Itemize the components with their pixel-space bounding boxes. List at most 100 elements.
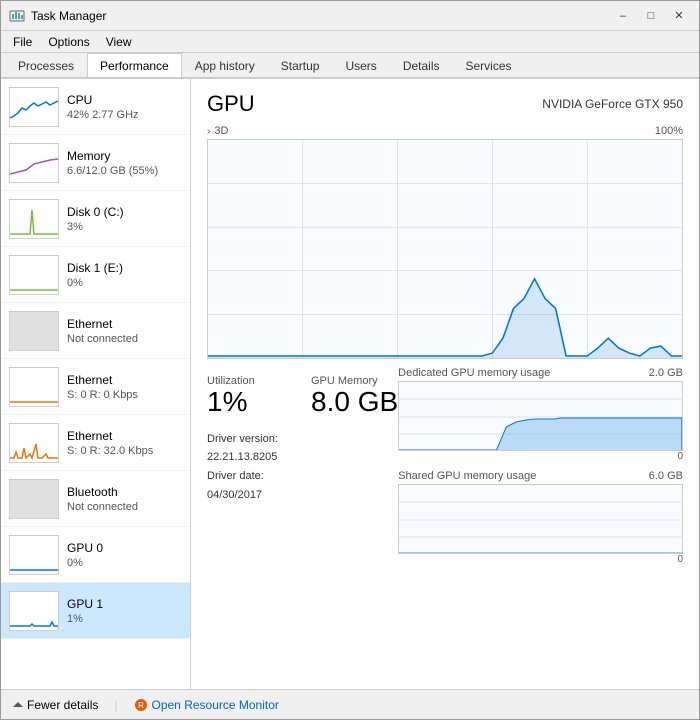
bottom-bar: Fewer details | R Open Resource Monitor <box>1 689 699 719</box>
detail-title: GPU <box>207 91 255 117</box>
shared-gpu-section: Shared GPU memory usage 6.0 GB 0 <box>398 470 683 565</box>
gpu-chart-svg <box>208 140 682 358</box>
gpu0-thumb <box>9 535 59 575</box>
main-content: CPU 42% 2.77 GHz Memory 6.6/12.0 GB (55%… <box>1 79 699 689</box>
tab-app-history[interactable]: App history <box>182 53 268 77</box>
ethernet3-label: Ethernet <box>67 429 182 443</box>
sidebar: CPU 42% 2.77 GHz Memory 6.6/12.0 GB (55%… <box>1 79 191 689</box>
gpu1-info: GPU 1 1% <box>67 597 182 625</box>
driver-version-label: Driver version: <box>207 430 398 449</box>
resource-monitor-container[interactable]: R Open Resource Monitor <box>134 698 279 712</box>
ethernet1-label: Ethernet <box>67 317 182 331</box>
utilization-value: 1% <box>207 387 287 418</box>
dedicated-label: Dedicated GPU memory usage <box>398 367 550 379</box>
detail-header: GPU NVIDIA GeForce GTX 950 <box>207 91 683 117</box>
fewer-details-icon <box>13 702 23 707</box>
resource-monitor-label[interactable]: Open Resource Monitor <box>152 698 279 712</box>
window-title: Task Manager <box>31 9 106 23</box>
sidebar-item-ethernet3[interactable]: Ethernet S: 0 R: 32.0 Kbps <box>1 415 190 471</box>
tab-processes[interactable]: Processes <box>5 53 87 77</box>
memory-value: 6.6/12.0 GB (55%) <box>67 165 182 177</box>
ethernet2-value: S: 0 R: 0 Kbps <box>67 389 182 401</box>
title-controls: – □ ✕ <box>611 6 691 26</box>
stats-area: Utilization 1% GPU Memory 8.0 GB Driver … <box>207 367 683 565</box>
sidebar-item-cpu[interactable]: CPU 42% 2.77 GHz <box>1 79 190 135</box>
gpu-chart-section: › 3D 100% <box>207 125 683 359</box>
cpu-thumb <box>9 87 59 127</box>
task-manager-window: Task Manager – □ ✕ File Options View Pro… <box>0 0 700 720</box>
title-bar: Task Manager – □ ✕ <box>1 1 699 31</box>
sidebar-item-disk0[interactable]: Disk 0 (C:) 3% <box>1 191 190 247</box>
shared-chart-svg <box>399 485 682 554</box>
sidebar-item-bluetooth[interactable]: Bluetooth Not connected <box>1 471 190 527</box>
dedicated-min: 0 <box>398 451 683 462</box>
disk1-value: 0% <box>67 277 182 289</box>
sidebar-item-ethernet1[interactable]: Ethernet Not connected <box>1 303 190 359</box>
driver-version-value: 22.21.13.8205 <box>207 448 398 467</box>
detail-panel: GPU NVIDIA GeForce GTX 950 › 3D 100% <box>191 79 699 689</box>
chart-label-left: › 3D <box>207 125 228 137</box>
sidebar-item-gpu0[interactable]: GPU 0 0% <box>1 527 190 583</box>
ethernet2-info: Ethernet S: 0 R: 0 Kbps <box>67 373 182 401</box>
driver-info: Driver version: 22.21.13.8205 Driver dat… <box>207 430 398 505</box>
driver-date-label: Driver date: <box>207 467 398 486</box>
bluetooth-label: Bluetooth <box>67 485 182 499</box>
maximize-button[interactable]: □ <box>639 6 663 26</box>
shared-max: 6.0 GB <box>649 470 683 482</box>
chart-max-label: 100% <box>655 125 683 137</box>
shared-min: 0 <box>398 554 683 565</box>
title-bar-left: Task Manager <box>9 8 106 24</box>
ethernet2-thumb <box>9 367 59 407</box>
stats-left: Utilization 1% GPU Memory 8.0 GB Driver … <box>207 367 398 565</box>
tab-users[interactable]: Users <box>332 53 389 77</box>
ethernet2-label: Ethernet <box>67 373 182 387</box>
gpu-memory-stat: GPU Memory 8.0 GB <box>311 375 398 418</box>
menu-file[interactable]: File <box>5 33 40 51</box>
sidebar-item-gpu1[interactable]: GPU 1 1% <box>1 583 190 639</box>
gpu0-info: GPU 0 0% <box>67 541 182 569</box>
gpu0-label: GPU 0 <box>67 541 182 555</box>
gpu0-value: 0% <box>67 557 182 569</box>
chart-collapse-icon[interactable]: › <box>207 126 210 137</box>
memory-info: Memory 6.6/12.0 GB (55%) <box>67 149 182 177</box>
tab-performance[interactable]: Performance <box>87 53 182 77</box>
dedicated-chart <box>398 381 683 451</box>
menu-bar: File Options View <box>1 31 699 53</box>
ethernet1-info: Ethernet Not connected <box>67 317 182 345</box>
fewer-details-container[interactable]: Fewer details <box>13 698 98 712</box>
tab-details[interactable]: Details <box>390 53 453 77</box>
tab-services[interactable]: Services <box>453 53 525 77</box>
gpu-main-chart <box>207 139 683 359</box>
gpu-memory-value: 8.0 GB <box>311 387 398 418</box>
close-button[interactable]: ✕ <box>667 6 691 26</box>
minimize-button[interactable]: – <box>611 6 635 26</box>
shared-label-row: Shared GPU memory usage 6.0 GB <box>398 470 683 482</box>
separator: | <box>114 698 117 712</box>
fewer-details-label[interactable]: Fewer details <box>27 698 98 712</box>
gpu1-value: 1% <box>67 613 182 625</box>
disk1-label: Disk 1 (E:) <box>67 261 182 275</box>
ethernet3-info: Ethernet S: 0 R: 32.0 Kbps <box>67 429 182 457</box>
gpu1-thumb <box>9 591 59 631</box>
tab-bar: Processes Performance App history Startu… <box>1 53 699 79</box>
main-stats-row: Utilization 1% GPU Memory 8.0 GB <box>207 375 398 418</box>
resource-monitor-icon: R <box>134 698 148 712</box>
menu-view[interactable]: View <box>98 33 140 51</box>
dedicated-label-row: Dedicated GPU memory usage 2.0 GB <box>398 367 683 379</box>
disk0-label: Disk 0 (C:) <box>67 205 182 219</box>
cpu-value: 42% 2.77 GHz <box>67 109 182 121</box>
sidebar-item-ethernet2[interactable]: Ethernet S: 0 R: 0 Kbps <box>1 359 190 415</box>
svg-text:R: R <box>138 701 144 710</box>
tab-startup[interactable]: Startup <box>268 53 333 77</box>
utilization-stat: Utilization 1% <box>207 375 287 418</box>
menu-options[interactable]: Options <box>40 33 97 51</box>
dedicated-gpu-section: Dedicated GPU memory usage 2.0 GB 0 <box>398 367 683 462</box>
disk0-thumb <box>9 199 59 239</box>
chart-series-label: 3D <box>214 125 228 137</box>
sidebar-item-memory[interactable]: Memory 6.6/12.0 GB (55%) <box>1 135 190 191</box>
bluetooth-value: Not connected <box>67 501 182 513</box>
ethernet1-value: Not connected <box>67 333 182 345</box>
cpu-info: CPU 42% 2.77 GHz <box>67 93 182 121</box>
detail-subtitle: NVIDIA GeForce GTX 950 <box>542 97 683 111</box>
sidebar-item-disk1[interactable]: Disk 1 (E:) 0% <box>1 247 190 303</box>
